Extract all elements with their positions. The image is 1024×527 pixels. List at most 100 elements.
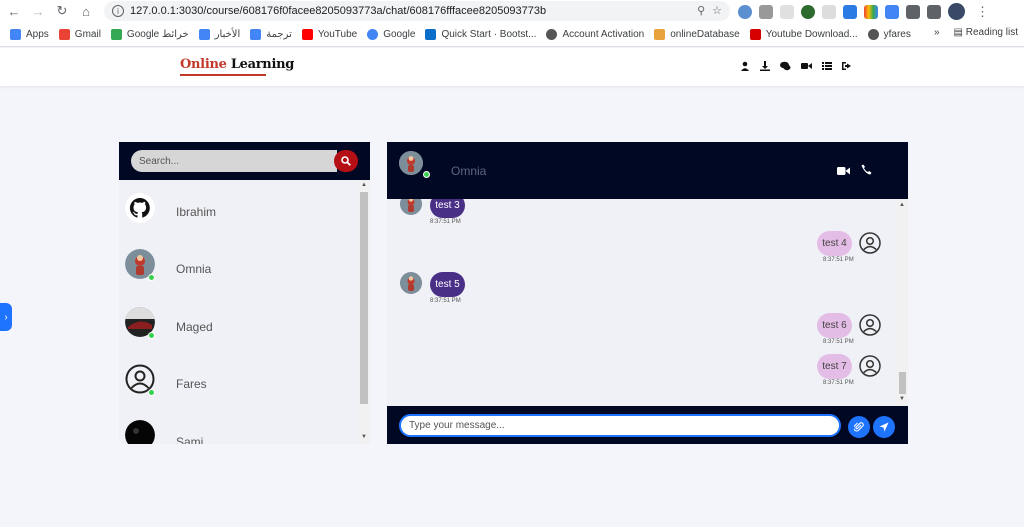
contact-name: Omnia xyxy=(176,262,212,276)
message-list: test 3 8:37:51 PM test 4 8:37:51 PM test… xyxy=(387,199,897,406)
menu-kebab-icon[interactable]: ⋮ xyxy=(976,4,989,20)
user-circle-icon xyxy=(859,355,881,377)
message-bubble-incoming: test 5 xyxy=(430,272,465,297)
message-composer xyxy=(387,406,908,444)
contacts-panel: Ibrahim Omnia Maged xyxy=(119,142,370,444)
more-bookmarks-button[interactable]: » xyxy=(934,27,940,38)
video-icon[interactable] xyxy=(801,61,812,71)
database-icon xyxy=(654,28,666,40)
zoom-icon[interactable]: ⚲ xyxy=(697,4,705,17)
message-bubble-outgoing: test 7 xyxy=(817,354,852,379)
logout-icon[interactable] xyxy=(842,61,852,71)
bookmark-item[interactable]: onlineDatabase xyxy=(654,28,740,40)
scroll-down-arrow-icon[interactable]: ▼ xyxy=(361,434,367,440)
logo-part1: Online xyxy=(180,57,231,72)
apps-grid-icon xyxy=(10,28,21,40)
forward-arrow-icon[interactable]: → xyxy=(28,1,48,21)
back-arrow-icon[interactable]: ← xyxy=(4,1,24,21)
logo-part2: Learning xyxy=(230,57,295,72)
chat-partner-name: Omnia xyxy=(451,164,487,178)
bookmark-item[interactable]: Apps xyxy=(10,28,49,40)
messages-scrollbar-thumb[interactable] xyxy=(899,372,906,394)
phone-call-icon[interactable] xyxy=(861,164,872,175)
scroll-down-arrow-icon[interactable]: ▼ xyxy=(899,396,905,402)
message-bubble-outgoing: test 6 xyxy=(817,313,852,338)
contacts-scrollbar-thumb[interactable] xyxy=(360,192,368,404)
message-input[interactable] xyxy=(399,414,841,437)
bookmark-item[interactable]: yfares xyxy=(867,28,911,40)
sidebar-toggle-button[interactable]: › xyxy=(0,303,12,331)
paperclip-icon xyxy=(854,422,864,432)
search-icon xyxy=(341,156,351,166)
extension-icon[interactable] xyxy=(864,4,878,19)
search-button[interactable] xyxy=(334,150,358,172)
site-logo[interactable]: Online Learning xyxy=(180,57,294,72)
bookmark-label: yfares xyxy=(883,28,911,40)
attach-button[interactable] xyxy=(848,416,870,438)
contact-name: Fares xyxy=(176,377,207,391)
bookmark-item[interactable]: Youtube Download... xyxy=(749,28,858,40)
reading-list-icon: ▤ xyxy=(953,27,966,38)
url-text: 127.0.0.1:3030/course/608176f0facee82050… xyxy=(130,5,547,17)
home-icon[interactable]: ⌂ xyxy=(76,1,96,21)
contact-item[interactable]: Sami xyxy=(119,408,358,444)
reading-list-label: Reading list xyxy=(965,27,1018,38)
bookmark-item[interactable]: الأخبار xyxy=(198,28,240,40)
contacts-search-bar xyxy=(119,142,370,180)
bookmark-item[interactable]: Account Activation xyxy=(546,28,644,40)
bookmark-item[interactable]: Gmail xyxy=(58,28,101,40)
reload-icon[interactable]: ↻ xyxy=(52,1,72,21)
bookmark-item[interactable]: Google xyxy=(367,28,415,40)
extension-icon[interactable] xyxy=(780,4,794,19)
extensions-puzzle-icon[interactable] xyxy=(906,4,920,19)
send-arrow-icon xyxy=(879,422,889,432)
address-bar[interactable]: i 127.0.0.1:3030/course/608176f0facee820… xyxy=(104,1,730,21)
extension-icon[interactable] xyxy=(843,4,857,19)
logo-underline xyxy=(180,74,266,76)
search-input[interactable] xyxy=(131,150,337,172)
download-icon[interactable] xyxy=(760,61,770,71)
video-call-icon[interactable] xyxy=(837,166,850,176)
user-icon[interactable] xyxy=(740,61,750,71)
bookmark-label: Google خرائط xyxy=(126,28,189,40)
bookmark-item[interactable]: YouTube xyxy=(301,28,357,40)
extension-icon[interactable] xyxy=(738,4,752,19)
bookmark-label: ترجمة xyxy=(266,28,292,40)
extension-icon[interactable] xyxy=(822,4,836,19)
message-time: 8:37:51 PM xyxy=(823,257,854,263)
comments-icon[interactable] xyxy=(780,61,791,71)
news-icon xyxy=(198,28,210,40)
bootstrap-icon xyxy=(425,28,437,40)
bookmark-item[interactable]: ترجمة xyxy=(250,28,292,40)
scroll-up-arrow-icon[interactable]: ▲ xyxy=(899,202,905,208)
bookmark-star-icon[interactable]: ☆ xyxy=(712,4,722,17)
chat-header: Omnia xyxy=(387,142,908,199)
bookmark-label: Apps xyxy=(26,28,49,40)
online-indicator xyxy=(148,389,155,396)
message-time: 8:37:51 PM xyxy=(430,219,461,225)
profile-avatar[interactable] xyxy=(948,3,965,20)
maps-icon xyxy=(110,28,122,40)
reading-list-button[interactable]: ▤ Reading list xyxy=(954,27,1019,38)
site-info-icon[interactable]: i xyxy=(112,5,124,17)
chevron-right-icon: › xyxy=(4,311,8,323)
contact-item[interactable]: Fares xyxy=(119,351,358,408)
scroll-up-arrow-icon[interactable]: ▲ xyxy=(361,182,367,188)
google-icon xyxy=(367,28,379,40)
list-icon[interactable] xyxy=(822,61,832,71)
bookmark-label: Youtube Download... xyxy=(765,28,858,40)
contact-item[interactable]: Maged xyxy=(119,294,358,351)
extension-icon[interactable] xyxy=(885,4,899,19)
send-button[interactable] xyxy=(873,416,895,438)
app-header: Online Learning xyxy=(0,48,1024,86)
bookmark-item[interactable]: Quick Start · Bootst... xyxy=(425,28,537,40)
contact-name: Sami xyxy=(176,435,204,444)
gmail-icon xyxy=(58,28,70,40)
contact-item[interactable]: Omnia xyxy=(119,237,358,294)
contact-item[interactable]: Ibrahim xyxy=(119,180,358,237)
bookmark-label: Quick Start · Bootst... xyxy=(441,28,537,40)
media-icon[interactable] xyxy=(927,4,941,19)
extension-icon[interactable] xyxy=(759,4,773,19)
bookmark-item[interactable]: Google خرائط xyxy=(110,28,189,40)
extension-icon[interactable] xyxy=(801,4,815,19)
